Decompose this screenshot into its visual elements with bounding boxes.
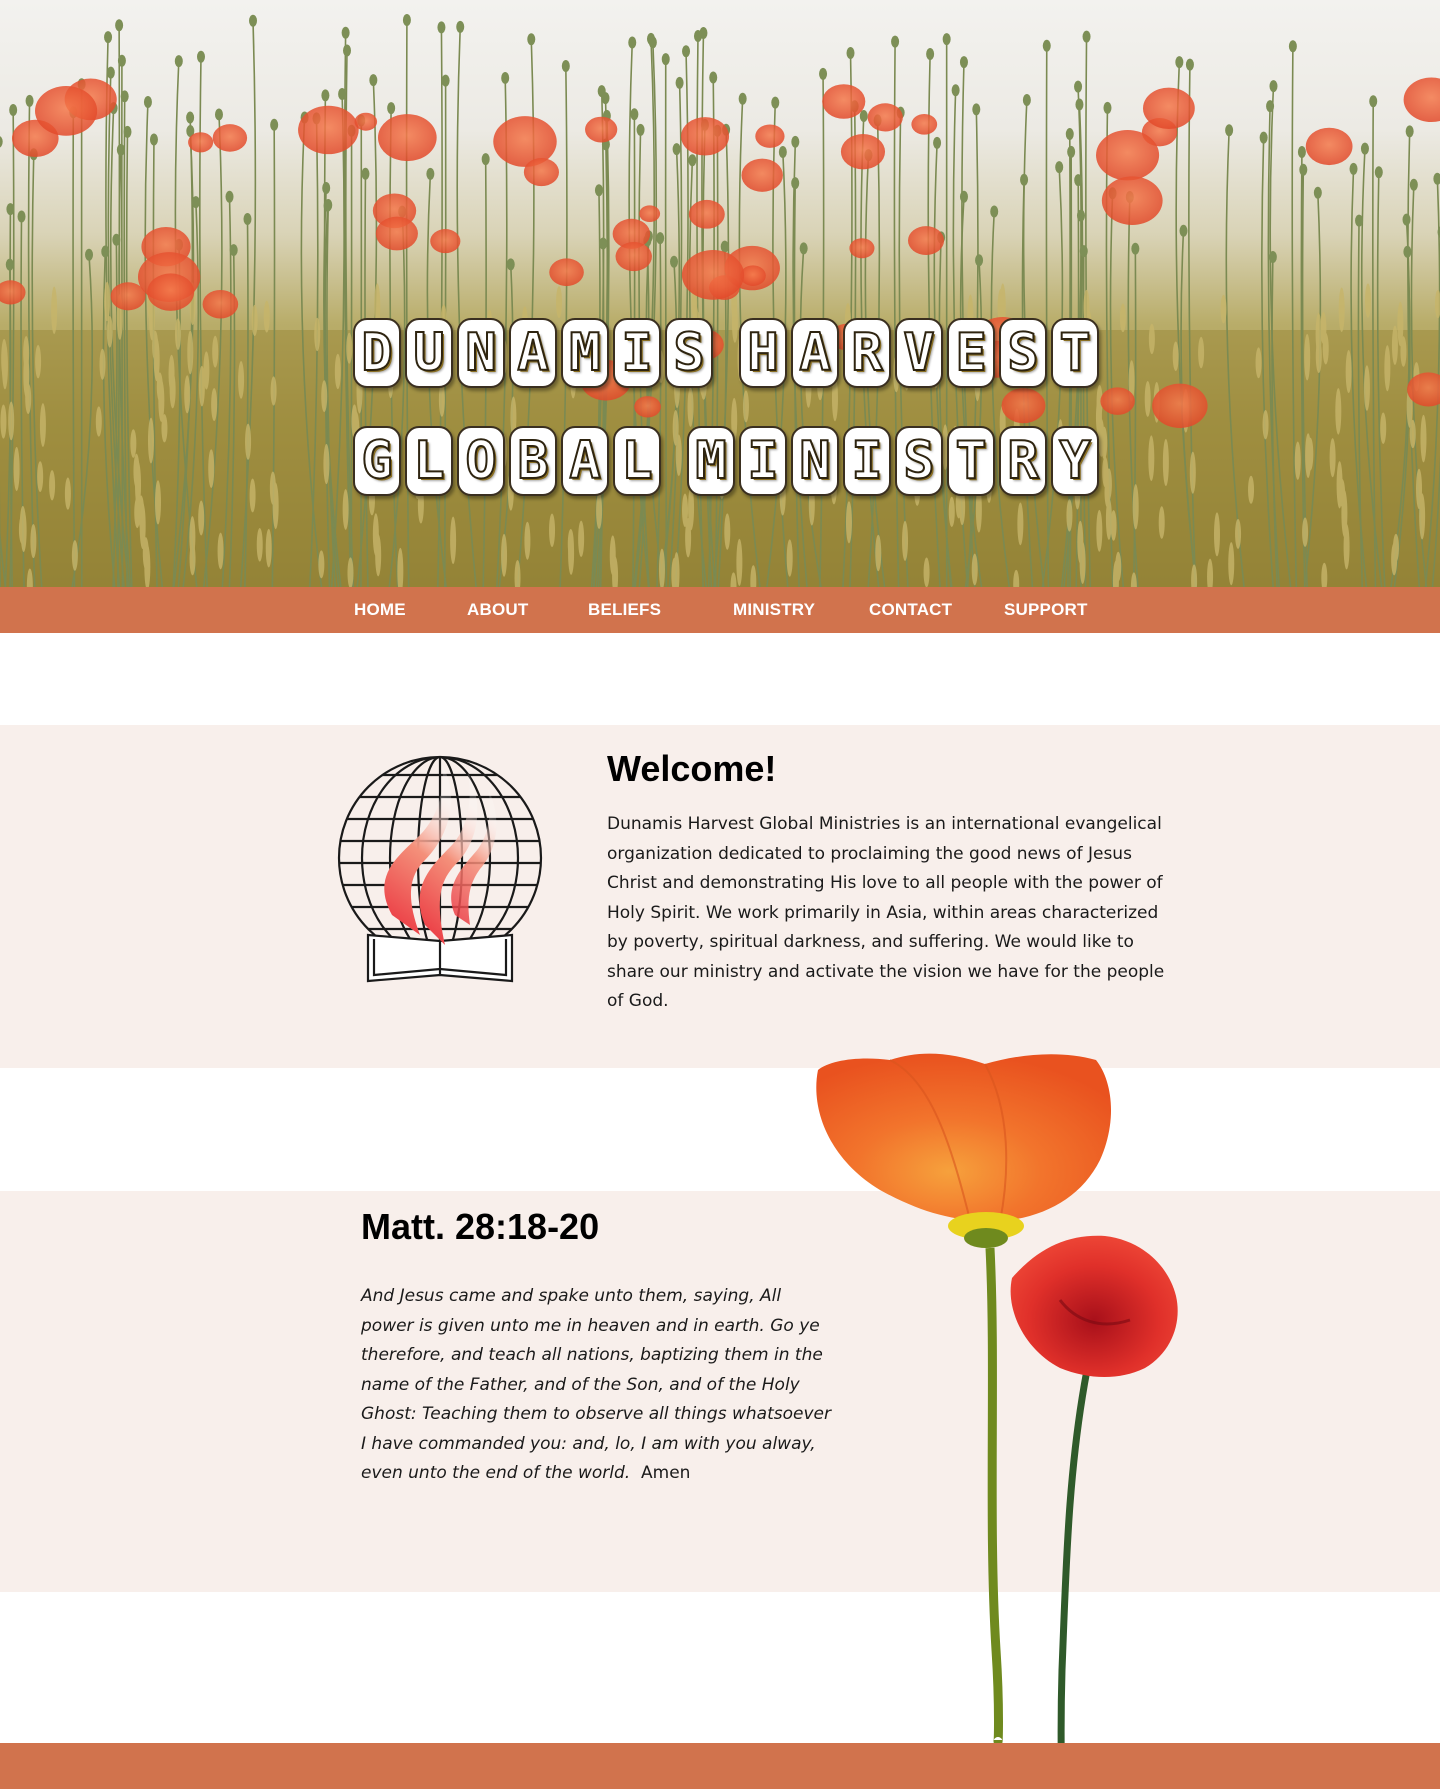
site-title: DUNAMISHARVEST GLOBALMINISTRY [320, 318, 1132, 496]
poppy-field-image [0, 14, 1440, 587]
welcome-title: Welcome! [607, 748, 777, 789]
verse-title: Matt. 28:18-20 [361, 1206, 600, 1247]
nav-beliefs[interactable]: BELIEFS [588, 587, 661, 633]
title-letter-tile: I [613, 318, 661, 388]
main-nav: HOME ABOUT BELIEFS MINISTRY CONTACT SUPP… [0, 587, 1440, 633]
verse-amen: Amen [641, 1463, 691, 1483]
nav-support[interactable]: SUPPORT [1004, 587, 1088, 633]
title-letter-tile: V [895, 318, 943, 388]
title-letter-tile: A [791, 318, 839, 388]
title-letter-tile: I [843, 426, 891, 496]
title-letter-tile: L [613, 426, 661, 496]
nav-about[interactable]: ABOUT [467, 587, 528, 633]
title-letter-tile: N [457, 318, 505, 388]
title-letter-tile: S [665, 318, 713, 388]
title-letter-tile: L [405, 426, 453, 496]
title-letter-tile: U [405, 318, 453, 388]
title-letter-tile: E [947, 318, 995, 388]
title-letter-tile: I [739, 426, 787, 496]
title-letter-tile: S [999, 318, 1047, 388]
globe-flame-book-logo [337, 755, 543, 983]
title-letter-tile: H [739, 318, 787, 388]
title-letter-tile: M [687, 426, 735, 496]
nav-home[interactable]: HOME [354, 587, 406, 633]
title-word: GLOBAL [353, 426, 661, 496]
title-letter-tile: Y [1051, 426, 1099, 496]
verse-text: And Jesus came and spake unto them, sayi… [361, 1282, 831, 1489]
title-letter-tile: A [561, 426, 609, 496]
title-letter-tile: A [509, 318, 557, 388]
title-letter-tile: M [561, 318, 609, 388]
title-letter-tile: N [791, 426, 839, 496]
title-letter-tile: R [999, 426, 1047, 496]
welcome-text: Dunamis Harvest Global Ministries is an … [607, 814, 1165, 1011]
title-letter-tile: S [895, 426, 943, 496]
title-word: DUNAMIS [353, 318, 713, 388]
poppy-flowers-image [816, 1053, 1178, 1789]
title-letter-tile: O [457, 426, 505, 496]
nav-ministry[interactable]: MINISTRY [733, 587, 815, 633]
title-letter-tile: T [1051, 318, 1099, 388]
title-letter-tile: R [843, 318, 891, 388]
title-letter-tile: B [509, 426, 557, 496]
title-letter-tile: T [947, 426, 995, 496]
title-word: HARVEST [739, 318, 1099, 388]
nav-contact[interactable]: CONTACT [869, 587, 952, 633]
verse-body: And Jesus came and spake unto them, sayi… [361, 1286, 831, 1483]
title-word: MINISTRY [687, 426, 1099, 496]
hero-banner: DUNAMISHARVEST GLOBALMINISTRY [0, 0, 1440, 587]
footer-bar [0, 1743, 1440, 1789]
title-letter-tile: G [353, 426, 401, 496]
title-letter-tile: D [353, 318, 401, 388]
